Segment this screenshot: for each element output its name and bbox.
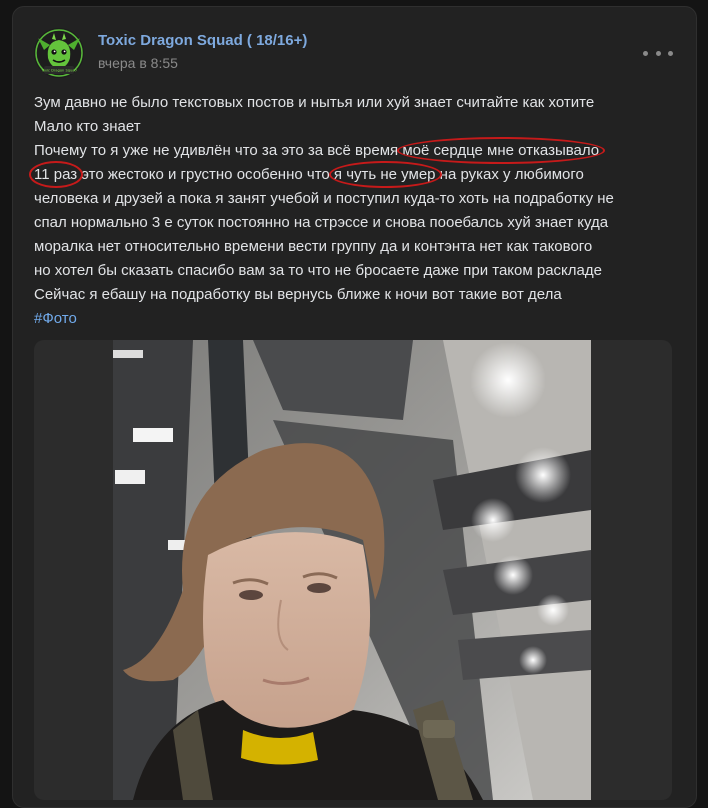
- post-text-segment: человека и друзей а пока я занят учебой …: [34, 190, 614, 207]
- post-text-segment: но хотел бы сказать спасибо вам за то чт…: [34, 262, 602, 279]
- post-text-line: но хотел бы сказать спасибо вам за то чт…: [34, 259, 684, 283]
- annotation-circle: я чуть не умер: [333, 166, 436, 183]
- post-text-line: человека и друзей а пока я занят учебой …: [34, 187, 684, 211]
- post-text-line: моралка нет относительно времени вести г…: [34, 235, 684, 259]
- annotation-circle: моё сердце мне отказывало: [402, 142, 600, 159]
- post-text-line: Мало кто знает: [34, 115, 684, 139]
- post-text-segment: на руках у любимого: [435, 166, 584, 183]
- more-horizontal-icon: [655, 50, 661, 56]
- more-horizontal-icon: [643, 50, 648, 56]
- selfie-photo: [113, 340, 591, 800]
- annotation-circle: 11 раз: [34, 166, 78, 183]
- post-timestamp[interactable]: вчера в 8:55: [98, 55, 178, 71]
- post-lines: Зум давно не было текстовых постов и ныт…: [34, 91, 684, 307]
- group-name-link[interactable]: Toxic Dragon Squad ( 18/16+): [98, 32, 307, 49]
- post-text: Зум давно не было текстовых постов и ныт…: [34, 91, 684, 331]
- post-text-line: спал нормально 3 е суток постоянно на ст…: [34, 211, 684, 235]
- post-text-line: Зум давно не было текстовых постов и ныт…: [34, 91, 684, 115]
- post-text-segment: Почему то я уже не удивлён что за это за…: [34, 142, 403, 159]
- more-horizontal-icon: [668, 50, 673, 56]
- post-text-line: Почему то я уже не удивлён что за это за…: [34, 139, 684, 163]
- post-photo-container[interactable]: [34, 340, 672, 800]
- avatar-caption: Toxic Dragon Squad: [40, 69, 77, 73]
- post-card: Toxic Dragon Squad Toxic Dragon Squad ( …: [12, 6, 697, 808]
- post-text-segment: спал нормально 3 е суток постоянно на ст…: [34, 214, 609, 231]
- hashtag-link[interactable]: #Фото: [34, 307, 684, 331]
- post-text-line: Сейчас я ебашу на подработку вы вернусь …: [34, 283, 684, 307]
- group-avatar[interactable]: Toxic Dragon Squad: [34, 28, 84, 78]
- post-text-segment: Мало кто знает: [34, 118, 141, 135]
- post-text-segment: это жестоко и грустно особенно что: [77, 166, 334, 183]
- post-text-segment: моралка нет относительно времени вести г…: [34, 238, 593, 255]
- post-text-segment: Сейчас я ебашу на подработку вы вернусь …: [34, 286, 562, 303]
- dragon-logo-icon: Toxic Dragon Squad: [34, 28, 84, 78]
- post-text-segment: Зум давно не было текстовых постов и ныт…: [34, 94, 595, 111]
- post-text-line: 11 раз это жестоко и грустно особенно чт…: [34, 163, 684, 187]
- post-photo[interactable]: [113, 340, 591, 800]
- more-options-button[interactable]: [643, 41, 673, 65]
